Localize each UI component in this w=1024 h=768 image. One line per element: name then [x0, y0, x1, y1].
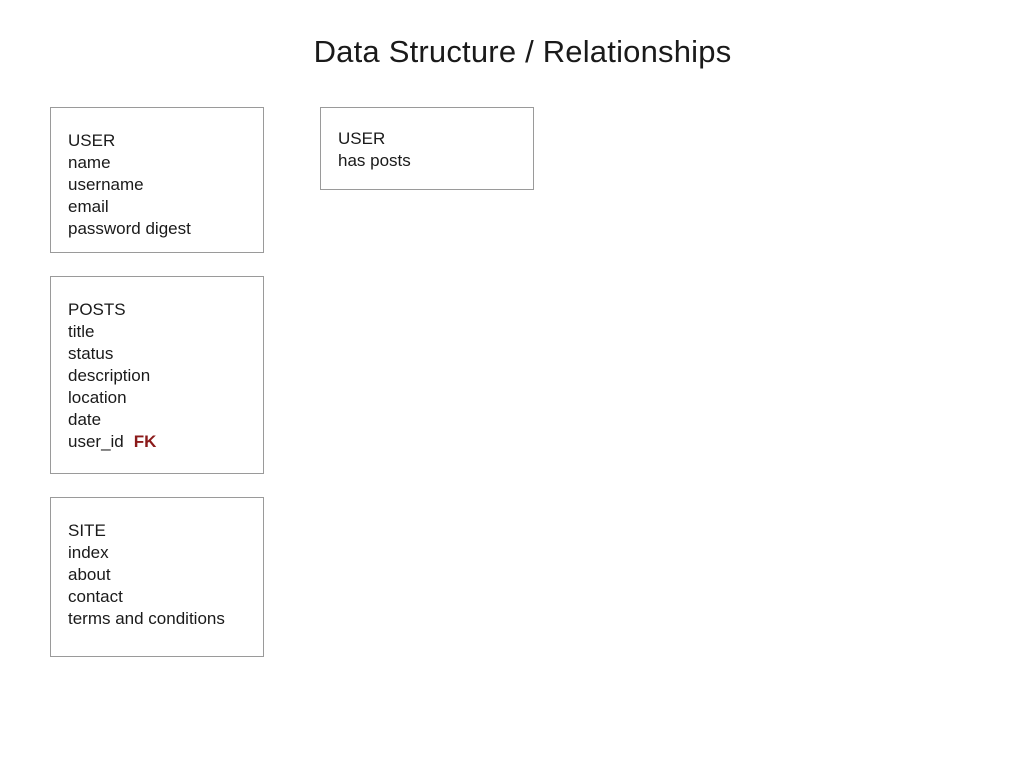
posts-field: description: [68, 366, 151, 385]
user-field: email: [68, 197, 109, 216]
posts-field: date: [68, 410, 102, 429]
relationship-text: has posts: [338, 151, 411, 170]
user-field: username: [68, 175, 144, 194]
user-entity-box: USER name username email password digest: [50, 107, 264, 253]
posts-field: status: [68, 344, 114, 363]
relationship-entity-name: USER: [338, 129, 386, 148]
site-field: contact: [68, 587, 123, 606]
posts-entity-box: POSTS title status description location …: [50, 276, 264, 474]
posts-field: title: [68, 322, 95, 341]
user-field: password digest: [68, 219, 191, 238]
posts-fk-field: user_id: [68, 432, 124, 451]
foreign-key-label: FK: [133, 432, 157, 451]
posts-field: location: [68, 388, 127, 407]
site-field: index: [68, 543, 109, 562]
site-field: terms and conditions: [68, 609, 225, 628]
site-entity-box: SITE index about contact terms and condi…: [50, 497, 264, 657]
user-entity-name: USER: [68, 131, 116, 150]
posts-fk-row: user_id FK: [68, 431, 263, 453]
site-field: about: [68, 565, 111, 584]
user-relationship-box: USER has posts: [320, 107, 534, 190]
posts-entity-name: POSTS: [68, 300, 126, 319]
diagram-title: Data Structure / Relationships: [313, 34, 732, 69]
user-field: name: [68, 153, 111, 172]
site-entity-name: SITE: [68, 521, 106, 540]
